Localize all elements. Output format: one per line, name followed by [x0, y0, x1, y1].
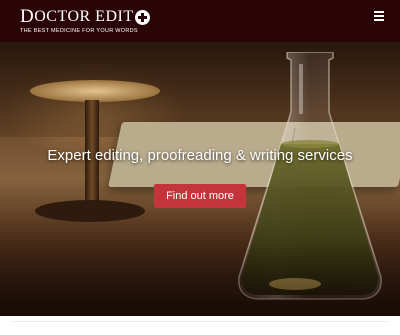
medical-cross-icon	[134, 9, 150, 25]
hero-table-shadow	[0, 242, 400, 316]
site-header: D OCTOR EDIT THE BEST MEDICINE FOR YOUR W…	[0, 0, 400, 42]
hero-scale-base-image	[35, 200, 145, 222]
site-logo[interactable]: D OCTOR EDIT THE BEST MEDICINE FOR YOUR W…	[20, 6, 150, 34]
logo-tagline: THE BEST MEDICINE FOR YOUR WORDS	[20, 28, 138, 34]
logo-title-initial: D	[20, 6, 35, 27]
section-divider	[12, 321, 388, 322]
logo-title-text: OCTOR EDIT	[34, 8, 134, 25]
hero-headline: Expert editing, proofreading & writing s…	[47, 147, 353, 164]
hero-scale-dish-image	[30, 80, 160, 102]
hamburger-menu-icon[interactable]	[374, 11, 384, 21]
hero-banner: Expert editing, proofreading & writing s…	[0, 42, 400, 316]
content-section-top	[0, 316, 400, 335]
logo-title: D OCTOR EDIT	[20, 6, 150, 27]
find-out-more-button[interactable]: Find out more	[154, 184, 246, 208]
